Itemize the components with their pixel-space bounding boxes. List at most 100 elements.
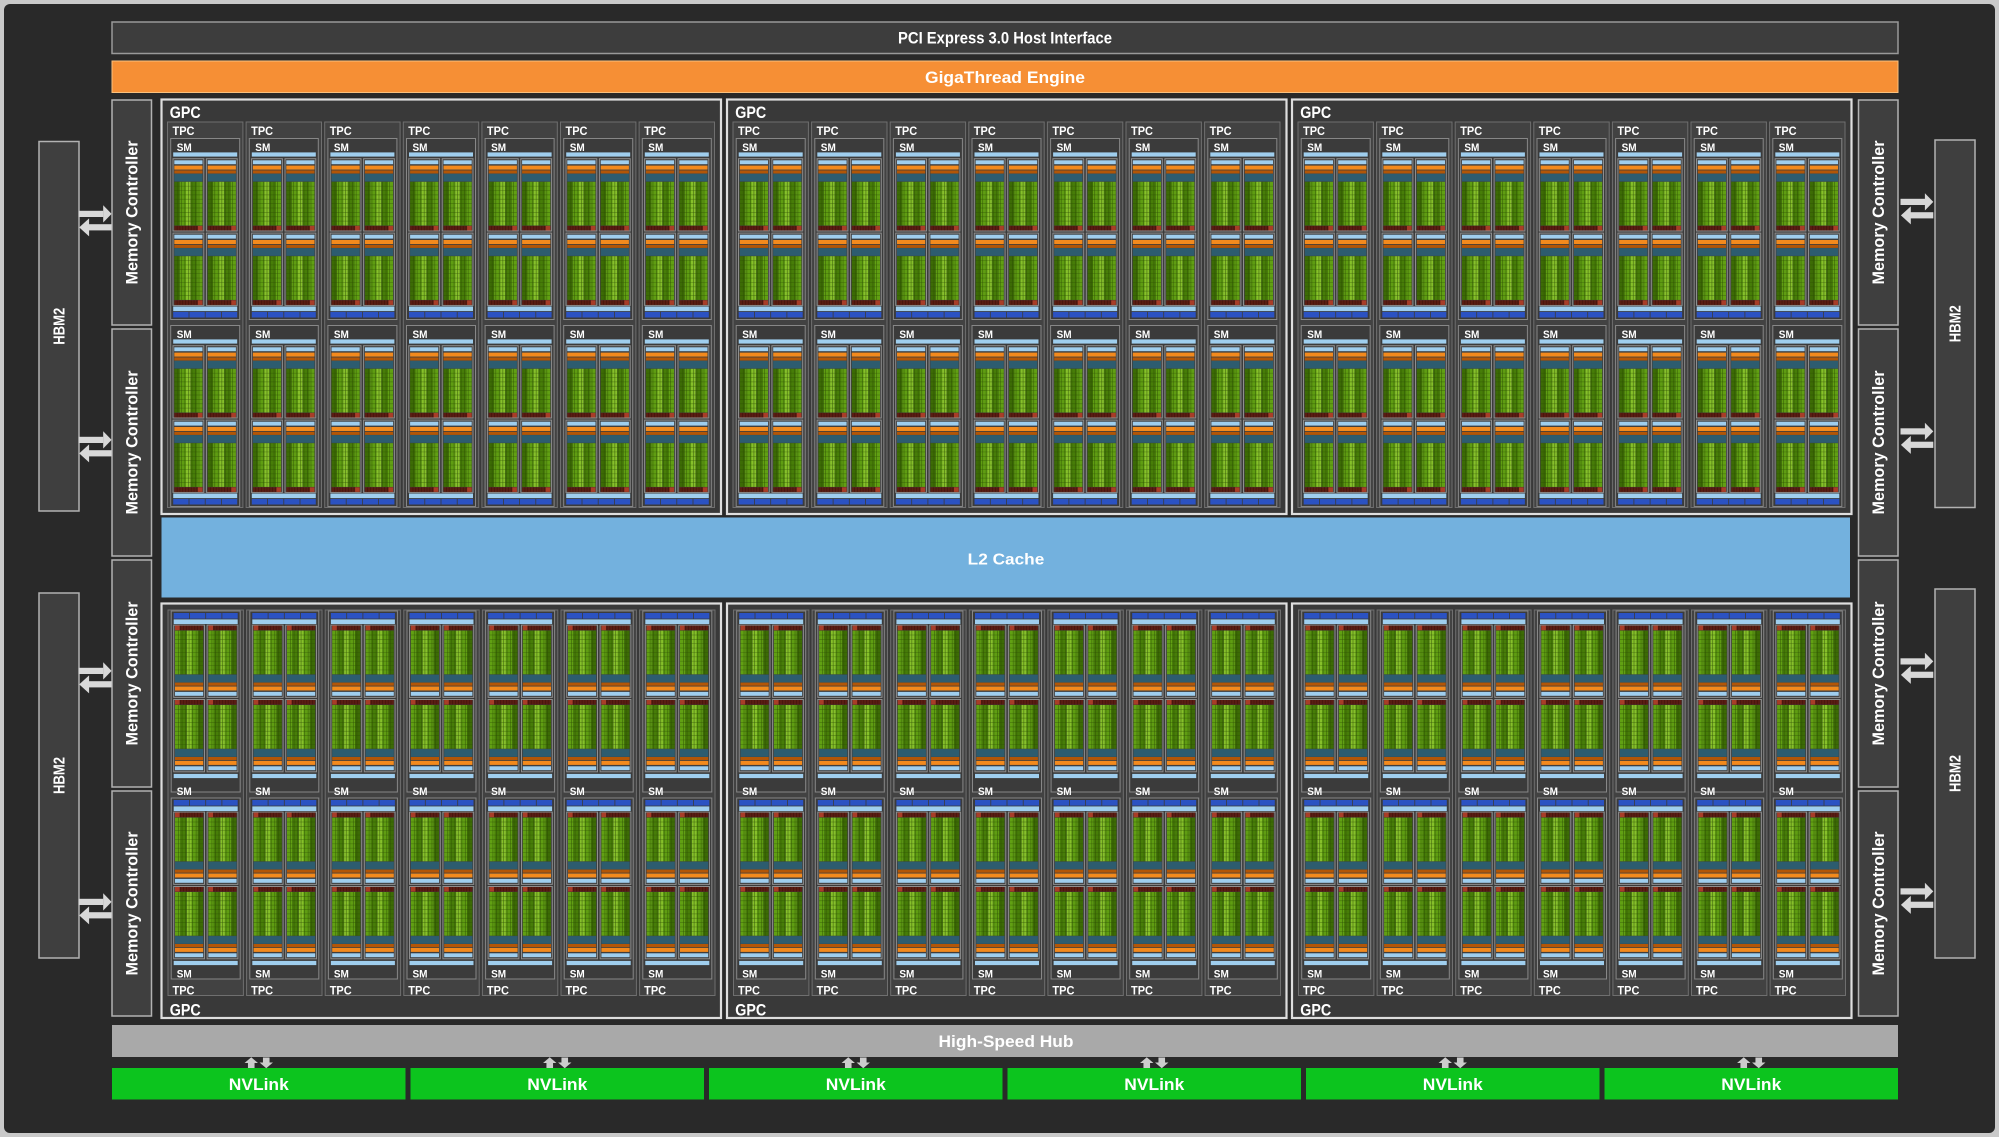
svg-text:TPC: TPC: [1382, 124, 1404, 138]
svg-text:HBM2: HBM2: [1948, 755, 1965, 792]
svg-text:SM: SM: [1214, 329, 1229, 341]
svg-text:SM: SM: [1543, 786, 1558, 798]
svg-text:TPC: TPC: [817, 984, 839, 998]
svg-text:SM: SM: [1779, 329, 1794, 341]
svg-text:Memory Controller: Memory Controller: [1870, 831, 1888, 976]
svg-text:SM: SM: [1135, 969, 1150, 981]
svg-text:SM: SM: [899, 786, 914, 798]
svg-text:TPC: TPC: [408, 984, 430, 998]
svg-text:SM: SM: [413, 786, 428, 798]
svg-text:SM: SM: [1057, 969, 1072, 981]
svg-text:SM: SM: [1386, 969, 1401, 981]
svg-text:SM: SM: [742, 142, 757, 154]
svg-text:SM: SM: [1779, 142, 1794, 154]
svg-text:SM: SM: [821, 786, 836, 798]
svg-text:TPC: TPC: [1460, 984, 1482, 998]
svg-text:SM: SM: [821, 142, 836, 154]
svg-text:SM: SM: [177, 969, 192, 981]
svg-text:SM: SM: [742, 329, 757, 341]
svg-text:SM: SM: [255, 786, 270, 798]
svg-text:SM: SM: [978, 786, 993, 798]
svg-text:SM: SM: [899, 142, 914, 154]
svg-text:SM: SM: [899, 329, 914, 341]
svg-text:SM: SM: [648, 142, 663, 154]
svg-text:SM: SM: [413, 329, 428, 341]
svg-text:TPC: TPC: [566, 124, 588, 138]
svg-text:SM: SM: [1779, 786, 1794, 798]
svg-text:TPC: TPC: [251, 124, 273, 138]
svg-text:SM: SM: [1307, 329, 1322, 341]
svg-text:SM: SM: [1700, 969, 1715, 981]
svg-text:HBM2: HBM2: [52, 757, 69, 794]
svg-text:Memory Controller: Memory Controller: [123, 831, 141, 976]
svg-text:SM: SM: [491, 142, 506, 154]
svg-text:TPC: TPC: [173, 984, 195, 998]
svg-text:SM: SM: [1464, 969, 1479, 981]
svg-text:TPC: TPC: [738, 124, 760, 138]
svg-text:TPC: TPC: [1617, 984, 1639, 998]
svg-text:SM: SM: [1135, 142, 1150, 154]
svg-text:TPC: TPC: [1131, 124, 1153, 138]
svg-text:SM: SM: [334, 142, 349, 154]
svg-text:SM: SM: [255, 142, 270, 154]
svg-text:TPC: TPC: [974, 124, 996, 138]
svg-text:SM: SM: [1214, 142, 1229, 154]
svg-text:HBM2: HBM2: [1948, 305, 1965, 342]
svg-text:TPC: TPC: [1052, 124, 1074, 138]
svg-text:SM: SM: [491, 329, 506, 341]
svg-text:SM: SM: [1307, 969, 1322, 981]
svg-text:NVLink: NVLink: [826, 1075, 887, 1094]
svg-text:SM: SM: [1057, 142, 1072, 154]
svg-text:TPC: TPC: [1617, 124, 1639, 138]
svg-text:SM: SM: [1700, 786, 1715, 798]
svg-text:SM: SM: [491, 969, 506, 981]
svg-text:SM: SM: [1543, 969, 1558, 981]
svg-text:SM: SM: [1464, 786, 1479, 798]
svg-text:SM: SM: [334, 786, 349, 798]
svg-text:TPC: TPC: [1696, 124, 1718, 138]
svg-text:TPC: TPC: [330, 124, 352, 138]
svg-text:SM: SM: [742, 969, 757, 981]
svg-text:SM: SM: [1214, 969, 1229, 981]
svg-text:Memory Controller: Memory Controller: [123, 140, 141, 285]
svg-text:TPC: TPC: [487, 124, 509, 138]
svg-text:TPC: TPC: [1303, 984, 1325, 998]
svg-text:GPC: GPC: [170, 103, 201, 122]
svg-text:SM: SM: [570, 142, 585, 154]
svg-text:SM: SM: [821, 329, 836, 341]
svg-text:Memory Controller: Memory Controller: [1870, 370, 1888, 515]
svg-text:TPC: TPC: [173, 124, 195, 138]
svg-text:SM: SM: [570, 786, 585, 798]
svg-text:SM: SM: [648, 329, 663, 341]
svg-text:Memory Controller: Memory Controller: [1870, 601, 1888, 746]
svg-text:SM: SM: [1700, 142, 1715, 154]
svg-text:SM: SM: [1307, 142, 1322, 154]
svg-text:NVLink: NVLink: [1423, 1075, 1484, 1094]
svg-text:TPC: TPC: [644, 984, 666, 998]
svg-text:SM: SM: [742, 786, 757, 798]
svg-text:GPC: GPC: [1300, 1001, 1331, 1020]
svg-text:SM: SM: [1386, 786, 1401, 798]
svg-text:TPC: TPC: [895, 984, 917, 998]
svg-text:SM: SM: [1622, 969, 1637, 981]
svg-text:TPC: TPC: [1210, 124, 1232, 138]
svg-text:GPC: GPC: [735, 103, 766, 122]
svg-text:TPC: TPC: [895, 124, 917, 138]
svg-text:TPC: TPC: [251, 984, 273, 998]
svg-text:TPC: TPC: [1539, 124, 1561, 138]
svg-text:SM: SM: [1464, 142, 1479, 154]
svg-text:TPC: TPC: [1052, 984, 1074, 998]
svg-text:GPC: GPC: [1300, 103, 1331, 122]
svg-text:SM: SM: [1622, 329, 1637, 341]
svg-text:SM: SM: [1543, 329, 1558, 341]
svg-text:TPC: TPC: [1460, 124, 1482, 138]
svg-text:SM: SM: [491, 786, 506, 798]
svg-text:HBM2: HBM2: [52, 308, 69, 345]
svg-text:SM: SM: [1622, 786, 1637, 798]
svg-text:SM: SM: [334, 969, 349, 981]
svg-text:SM: SM: [978, 142, 993, 154]
svg-text:NVLink: NVLink: [229, 1075, 290, 1094]
svg-text:SM: SM: [1779, 969, 1794, 981]
svg-text:SM: SM: [648, 786, 663, 798]
svg-text:TPC: TPC: [644, 124, 666, 138]
